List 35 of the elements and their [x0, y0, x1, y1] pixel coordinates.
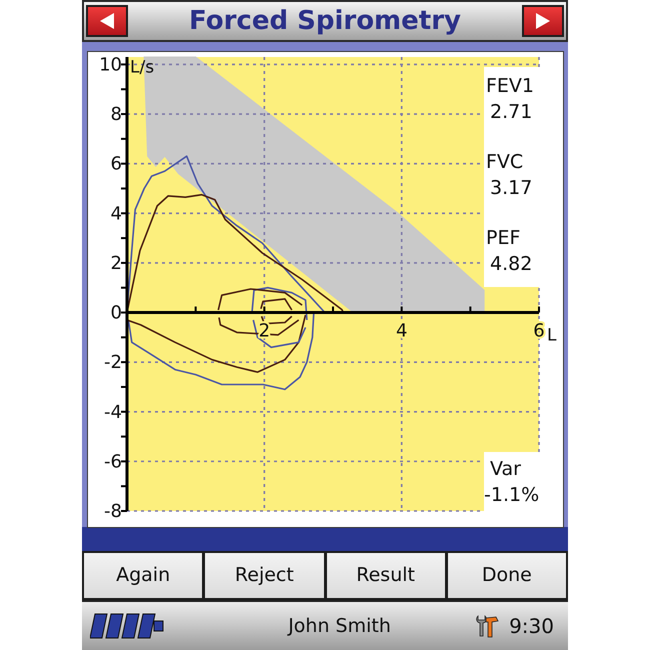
- tick-label: -4: [104, 402, 122, 423]
- tick-label: 10: [99, 54, 122, 76]
- tick-label: -8: [104, 501, 122, 522]
- tools-icon: [475, 614, 500, 638]
- tick-label: 4: [396, 320, 408, 342]
- toolbar-button[interactable]: Again: [84, 553, 202, 598]
- toolbar-button[interactable]: Done: [448, 553, 566, 598]
- tick-label: 0: [110, 302, 122, 324]
- previous-button[interactable]: [86, 5, 128, 37]
- next-button[interactable]: [522, 5, 564, 37]
- reading-value: 2.71: [489, 100, 534, 125]
- tick-label: -2: [104, 352, 122, 374]
- tick-label: 2: [110, 252, 122, 274]
- user-name: John Smith: [286, 614, 392, 639]
- right-triangle-icon: [534, 12, 552, 30]
- axis-unit-label: L: [547, 326, 556, 346]
- reading-label: FVC: [486, 150, 524, 175]
- variability-value: -1.1%: [484, 483, 540, 508]
- tick-label: -6: [104, 451, 122, 472]
- left-triangle-icon: [98, 12, 116, 30]
- toolbar-button[interactable]: Reject: [205, 553, 324, 598]
- reading-value: 3.17: [489, 176, 534, 201]
- reading-label: FEV1: [486, 74, 536, 99]
- reading-value: 4.82: [489, 252, 534, 277]
- tick-label: 8: [110, 104, 122, 126]
- window-title: Forced Spirometry: [189, 8, 461, 34]
- clock-time: 9:30: [509, 613, 555, 640]
- toolbar-button[interactable]: Result: [326, 553, 445, 598]
- reading-label: PEF: [486, 226, 522, 251]
- tick-label: 4: [110, 203, 122, 224]
- variability-label: Var: [489, 457, 522, 482]
- tick-label: 6: [533, 320, 545, 342]
- tick-label: 6: [110, 154, 122, 175]
- battery-icon: [90, 613, 164, 639]
- axis-unit-label: L/s: [130, 57, 154, 78]
